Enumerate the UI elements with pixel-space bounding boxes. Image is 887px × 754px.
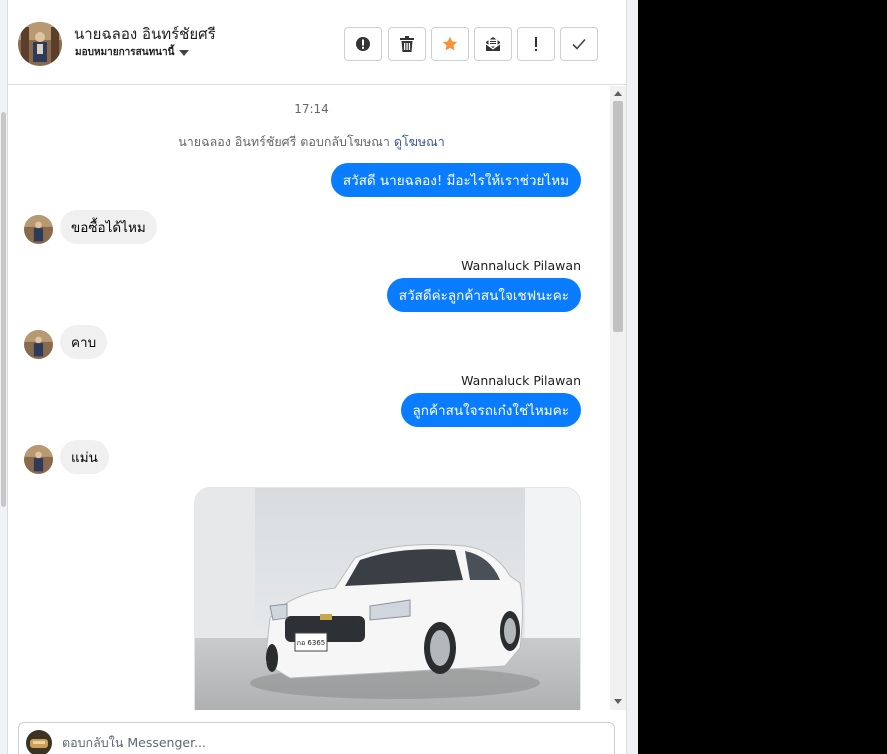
contact-avatar-small — [24, 445, 53, 474]
page-avatar — [26, 730, 52, 754]
svg-text:กอ 6365: กอ 6365 — [297, 639, 325, 647]
incoming-message[interactable]: ขอซื้อได้ไหม — [60, 210, 157, 244]
contact-avatar[interactable] — [18, 22, 62, 66]
outgoing-message[interactable]: สวัสดี นายฉลอง! มีอะไรให้เราช่วยไหม — [330, 163, 581, 197]
sender-name: Wannaluck Pilawan — [461, 258, 581, 273]
done-button[interactable] — [560, 27, 598, 61]
conversation-panel: นายฉลอง อินทร์ชัยศรี มอบหมายการสนทนานี้ … — [8, 0, 626, 754]
scroll-up-arrow-icon[interactable] — [614, 91, 622, 96]
scroll-down-arrow-icon[interactable] — [614, 699, 622, 704]
envelope-open-icon — [486, 37, 500, 51]
exclamation-circle-icon — [356, 37, 370, 51]
checkmark-icon — [572, 38, 586, 50]
spam-button[interactable] — [517, 27, 555, 61]
left-scrollbar[interactable] — [0, 0, 8, 754]
contact-avatar-small — [24, 215, 53, 244]
exclamation-icon — [535, 37, 537, 51]
star-button[interactable] — [431, 27, 469, 61]
star-icon — [442, 36, 458, 51]
page-scrollbar[interactable] — [626, 0, 638, 754]
car-photo-attachment[interactable]: กอ 6365 — [194, 487, 581, 710]
left-scrollbar-thumb[interactable] — [1, 112, 6, 507]
view-ad-link[interactable]: ดูโฆษณา — [394, 134, 445, 149]
reply-composer[interactable] — [18, 722, 615, 754]
thread-scrollbar[interactable] — [610, 86, 626, 710]
message-timestamp: 17:14 — [294, 102, 329, 116]
reply-input[interactable] — [62, 735, 462, 750]
ad-reply-notice: นายฉลอง อินทร์ชัยศรี ตอบกลับโฆษณา ดูโฆษณ… — [8, 132, 615, 152]
outgoing-message[interactable]: สวัสดีค่ะลูกค้าสนใจเชฟนะคะ — [386, 278, 581, 312]
thread-scrollbar-thumb[interactable] — [613, 101, 623, 332]
incoming-message[interactable]: แม่น — [60, 440, 109, 474]
trash-icon — [400, 36, 414, 52]
caret-down-icon — [179, 49, 190, 56]
conversation-header: นายฉลอง อินทร์ชัยศรี มอบหมายการสนทนานี้ — [8, 0, 626, 85]
incoming-message[interactable]: คาบ — [60, 325, 108, 359]
assign-label: มอบหมายการสนทนานี้ — [75, 47, 175, 58]
contact-avatar-small — [24, 330, 53, 359]
report-button[interactable] — [344, 27, 382, 61]
sender-name: Wannaluck Pilawan — [461, 373, 581, 388]
delete-button[interactable] — [388, 27, 426, 61]
ad-reply-text: นายฉลอง อินทร์ชัยศรี ตอบกลับโฆษณา — [178, 134, 390, 149]
assign-conversation-dropdown[interactable]: มอบหมายการสนทนานี้ — [75, 45, 190, 60]
mark-unread-button[interactable] — [474, 27, 512, 61]
message-thread[interactable]: 17:14 นายฉลอง อินทร์ชัยศรี ตอบกลับโฆษณา … — [8, 86, 626, 710]
outgoing-message[interactable]: ลูกค้าสนใจรถเก๋งใช่ไหมคะ — [400, 393, 581, 427]
contact-name[interactable]: นายฉลอง อินทร์ชัยศรี — [74, 22, 216, 46]
